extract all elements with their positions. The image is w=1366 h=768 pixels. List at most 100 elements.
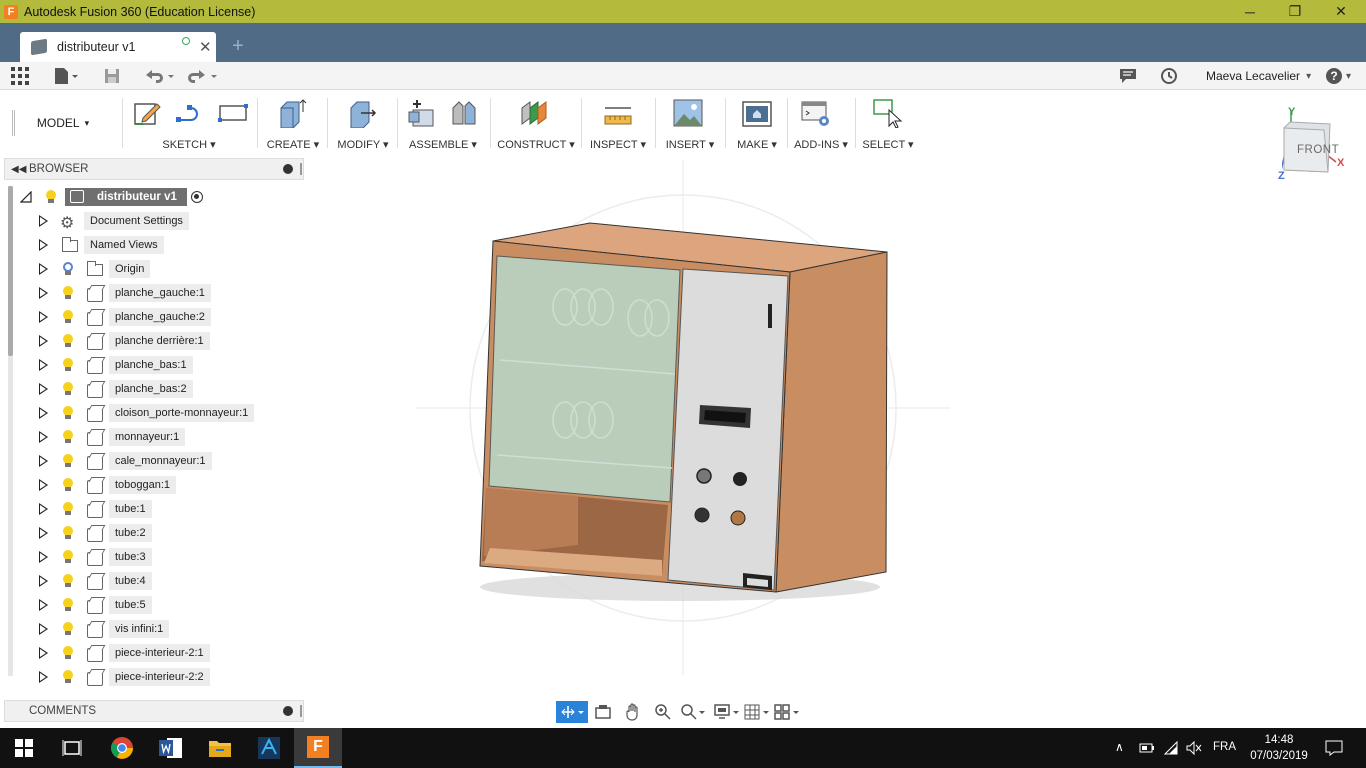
save-icon[interactable] bbox=[104, 66, 120, 86]
job-status-clock-icon[interactable] bbox=[1160, 66, 1178, 86]
keyboard-language[interactable]: FRA bbox=[1213, 741, 1236, 753]
visibility-bulb-icon[interactable] bbox=[62, 430, 74, 444]
add-ins-group[interactable]: ADD-INS ▾ bbox=[791, 92, 851, 154]
user-account-menu[interactable]: Maeva Lecavelier ▾ bbox=[1206, 66, 1311, 86]
file-menu-icon[interactable] bbox=[54, 66, 78, 86]
visibility-bulb-icon[interactable] bbox=[62, 550, 74, 564]
expand-triangle-icon[interactable] bbox=[39, 263, 48, 275]
close-tab-button[interactable]: ✕ bbox=[199, 38, 212, 56]
visibility-bulb-icon[interactable] bbox=[45, 190, 57, 204]
document-tab[interactable]: distributeur v1 ✕ bbox=[20, 32, 216, 62]
start-button[interactable] bbox=[0, 728, 48, 768]
visibility-bulb-icon[interactable] bbox=[62, 454, 74, 468]
redo-icon[interactable] bbox=[187, 66, 219, 86]
offset-plane-icon[interactable] bbox=[520, 98, 550, 128]
select-cursor-icon[interactable] bbox=[873, 98, 903, 128]
new-tab-button[interactable]: + bbox=[227, 32, 249, 60]
modify-menu-label[interactable]: MODIFY ▾ bbox=[331, 138, 395, 151]
look-at-button[interactable] bbox=[588, 701, 618, 723]
browser-item-component[interactable]: tube:4 bbox=[0, 569, 304, 593]
panel-grip[interactable] bbox=[300, 163, 302, 175]
browser-item-component[interactable]: planche_bas:1 bbox=[0, 353, 304, 377]
maximize-button[interactable]: ❐ bbox=[1272, 0, 1318, 23]
system-clock[interactable]: 14:48 07/03/2019 bbox=[1248, 732, 1310, 764]
browser-item-component[interactable]: tube:5 bbox=[0, 593, 304, 617]
visibility-bulb-icon[interactable] bbox=[62, 574, 74, 588]
expand-triangle-icon[interactable] bbox=[39, 671, 48, 683]
expand-triangle-icon[interactable] bbox=[39, 647, 48, 659]
browser-item-component[interactable]: piece-interieur-2:1 bbox=[0, 641, 304, 665]
browser-item-component[interactable]: monnayeur:1 bbox=[0, 425, 304, 449]
browser-item-component[interactable]: tube:1 bbox=[0, 497, 304, 521]
3d-print-icon[interactable] bbox=[742, 98, 772, 128]
scripts-add-ins-icon[interactable] bbox=[801, 98, 831, 128]
help-menu[interactable]: ? ▾ bbox=[1326, 66, 1351, 86]
battery-icon[interactable] bbox=[1139, 741, 1155, 755]
browser-item-component[interactable]: cloison_porte-monnayeur:1 bbox=[0, 401, 304, 425]
expand-triangle-icon[interactable] bbox=[39, 479, 48, 491]
toolbar-grip[interactable] bbox=[12, 110, 15, 136]
sketch-menu-label[interactable]: SKETCH ▾ bbox=[125, 138, 253, 151]
expanded-triangle-icon[interactable] bbox=[20, 191, 32, 203]
extrude-icon[interactable] bbox=[277, 98, 307, 128]
visibility-bulb-icon[interactable] bbox=[62, 334, 74, 348]
expand-triangle-icon[interactable] bbox=[39, 455, 48, 467]
visibility-bulb-icon[interactable] bbox=[62, 598, 74, 612]
expand-triangle-icon[interactable] bbox=[39, 359, 48, 371]
make-group[interactable]: MAKE ▾ bbox=[729, 92, 785, 154]
expand-triangle-icon[interactable] bbox=[39, 215, 48, 227]
fit-view-button[interactable] bbox=[678, 701, 708, 723]
browser-item-component[interactable]: cale_monnayeur:1 bbox=[0, 449, 304, 473]
minimize-button[interactable]: ─ bbox=[1227, 0, 1273, 23]
browser-item-component[interactable]: tube:3 bbox=[0, 545, 304, 569]
visibility-bulb-icon[interactable] bbox=[62, 478, 74, 492]
assemble-menu-label[interactable]: ASSEMBLE ▾ bbox=[401, 138, 485, 151]
browser-item-component[interactable]: toboggan:1 bbox=[0, 473, 304, 497]
visibility-bulb-icon[interactable] bbox=[62, 310, 74, 324]
canvas-viewport[interactable] bbox=[305, 156, 1366, 726]
pan-button[interactable] bbox=[618, 701, 648, 723]
browser-item-component[interactable]: piece-interieur-2:2 bbox=[0, 665, 304, 689]
sketch-group[interactable]: SKETCH ▾ bbox=[125, 92, 253, 154]
task-view-button[interactable] bbox=[48, 728, 96, 768]
browser-item-component[interactable]: planche_gauche:2 bbox=[0, 305, 304, 329]
press-pull-icon[interactable] bbox=[347, 98, 377, 128]
display-settings-button[interactable] bbox=[712, 701, 742, 723]
browser-item-component[interactable]: tube:2 bbox=[0, 521, 304, 545]
visibility-bulb-icon[interactable] bbox=[62, 646, 74, 660]
workspace-switcher[interactable]: MODEL ▾ bbox=[5, 92, 121, 154]
chrome-taskbar-button[interactable] bbox=[98, 728, 146, 768]
minimize-panel-icon[interactable] bbox=[283, 164, 293, 174]
add-comment-icon[interactable] bbox=[283, 706, 293, 716]
undo-icon[interactable] bbox=[144, 66, 176, 86]
expand-triangle-icon[interactable] bbox=[39, 551, 48, 563]
panel-grip[interactable] bbox=[300, 705, 302, 717]
select-group[interactable]: SELECT ▾ bbox=[859, 92, 917, 154]
modify-group[interactable]: MODIFY ▾ bbox=[331, 92, 395, 154]
viewports-button[interactable] bbox=[772, 701, 802, 723]
volume-muted-icon[interactable] bbox=[1186, 740, 1202, 756]
orbit-button[interactable] bbox=[556, 701, 588, 723]
construct-group[interactable]: CONSTRUCT ▾ bbox=[494, 92, 578, 154]
action-center-icon[interactable] bbox=[1325, 740, 1343, 756]
expand-triangle-icon[interactable] bbox=[39, 599, 48, 611]
browser-item-origin[interactable]: Origin bbox=[0, 257, 304, 281]
expand-triangle-icon[interactable] bbox=[39, 239, 48, 251]
fusion-taskbar-button[interactable]: F bbox=[294, 728, 342, 768]
viewcube[interactable]: FRONT X Y Z bbox=[1278, 106, 1352, 182]
insert-image-icon[interactable] bbox=[673, 98, 703, 128]
browser-item-component[interactable]: vis infini:1 bbox=[0, 617, 304, 641]
expand-triangle-icon[interactable] bbox=[39, 311, 48, 323]
zoom-button[interactable] bbox=[648, 701, 678, 723]
expand-triangle-icon[interactable] bbox=[39, 431, 48, 443]
close-window-button[interactable]: ✕ bbox=[1318, 0, 1364, 23]
visibility-bulb-icon[interactable] bbox=[62, 670, 74, 684]
line-tool-icon[interactable] bbox=[175, 98, 205, 128]
expand-triangle-icon[interactable] bbox=[39, 527, 48, 539]
expand-triangle-icon[interactable] bbox=[39, 287, 48, 299]
visibility-bulb-icon[interactable] bbox=[62, 406, 74, 420]
visibility-bulb-icon[interactable] bbox=[62, 382, 74, 396]
browser-item-document-settings[interactable]: ⚙ Document Settings bbox=[0, 209, 304, 233]
add-ins-menu-label[interactable]: ADD-INS ▾ bbox=[791, 138, 851, 151]
comments-panel-header[interactable]: COMMENTS bbox=[4, 700, 304, 722]
